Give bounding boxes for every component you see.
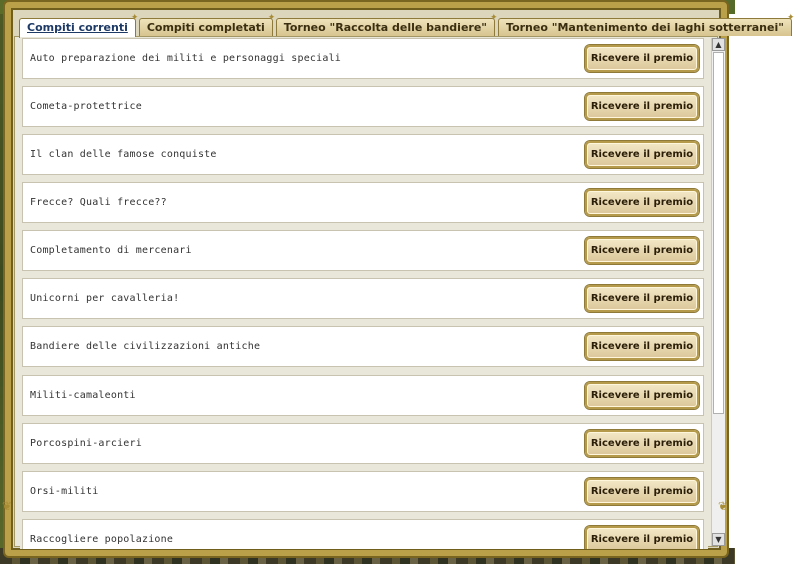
task-label: Il clan delle famose conquiste [30, 149, 217, 160]
tab-label: Compiti completati [146, 21, 265, 34]
tab-lakes-tournament[interactable]: Torneo "Mantenimento dei laghi sotterran… [498, 14, 795, 36]
claim-reward-button[interactable]: Ricevere il premio [585, 285, 699, 312]
claim-reward-button[interactable]: Ricevere il premio [585, 189, 699, 216]
task-row: Completamento di mercenari Ricevere il p… [22, 230, 704, 271]
scroll-up-icon[interactable]: ▲ [712, 38, 725, 51]
claim-reward-button[interactable]: Ricevere il premio [585, 45, 699, 72]
claim-reward-button[interactable]: Ricevere il premio [585, 478, 699, 505]
task-label: Unicorni per cavalleria! [30, 293, 180, 304]
task-label: Auto preparazione dei militi e personagg… [30, 53, 342, 64]
task-label: Porcospini-arcieri [30, 438, 142, 449]
tab-ornament-icon: ✦ [267, 13, 276, 23]
task-row: Auto preparazione dei militi e personagg… [22, 38, 704, 79]
task-label: Militi-camaleonti [30, 390, 136, 401]
claim-reward-button[interactable]: Ricevere il premio [585, 526, 699, 549]
tab-ornament-icon: ✦ [130, 13, 139, 23]
task-row: Cometa-protettrice Ricevere il premio [22, 86, 704, 127]
frame-ornament-icon: ❦ [2, 499, 13, 513]
task-label: Completamento di mercenari [30, 245, 192, 256]
tab-label: Compiti correnti [27, 21, 128, 34]
claim-reward-button[interactable]: Ricevere il premio [585, 382, 699, 409]
task-row: Il clan delle famose conquiste Ricevere … [22, 134, 704, 175]
claim-reward-button[interactable]: Ricevere il premio [585, 430, 699, 457]
task-label: Orsi-militi [30, 486, 99, 497]
tab-completed-tasks[interactable]: Compiti completati ✦ [138, 14, 275, 36]
task-label: Cometa-protettrice [30, 101, 142, 112]
claim-reward-button[interactable]: Ricevere il premio [585, 237, 699, 264]
task-row: Porcospini-arcieri Ricevere il premio [22, 423, 704, 464]
task-label: Raccogliere popolazione [30, 534, 174, 545]
tab-flag-tournament[interactable]: Torneo "Raccolta delle bandiere" ✦ [275, 14, 498, 36]
tab-ornament-icon: ✦ [786, 13, 795, 23]
task-row: Frecce? Quali frecce?? Ricevere il premi… [22, 182, 704, 223]
tab-label: Torneo "Raccolta delle bandiere" [283, 21, 488, 34]
task-row: Unicorni per cavalleria! Ricevere il pre… [22, 278, 704, 319]
claim-reward-button[interactable]: Ricevere il premio [585, 141, 699, 168]
scroll-thumb[interactable] [713, 52, 724, 414]
task-row: Orsi-militi Ricevere il premio [22, 471, 704, 512]
vertical-scrollbar[interactable]: ▲ ▼ [711, 38, 725, 546]
tab-label: Torneo "Mantenimento dei laghi sotterran… [506, 21, 784, 34]
task-row: Raccogliere popolazione Ricevere il prem… [22, 519, 704, 549]
task-row: Militi-camaleonti Ricevere il premio [22, 375, 704, 416]
claim-reward-button[interactable]: Ricevere il premio [585, 93, 699, 120]
tab-bar: Compiti correnti ✦ Compiti completati ✦ … [19, 14, 795, 38]
task-list[interactable]: Auto preparazione dei militi e personagg… [20, 37, 708, 549]
tab-current-tasks[interactable]: Compiti correnti ✦ [19, 14, 138, 38]
tab-ornament-icon: ✦ [490, 13, 498, 23]
task-row: Bandiere delle civilizzazioni antiche Ri… [22, 326, 704, 367]
claim-reward-button[interactable]: Ricevere il premio [585, 333, 699, 360]
task-label: Bandiere delle civilizzazioni antiche [30, 341, 261, 352]
task-label: Frecce? Quali frecce?? [30, 197, 167, 208]
scroll-down-icon[interactable]: ▼ [712, 533, 725, 546]
frame-ornament-icon: ❦ [718, 499, 729, 513]
